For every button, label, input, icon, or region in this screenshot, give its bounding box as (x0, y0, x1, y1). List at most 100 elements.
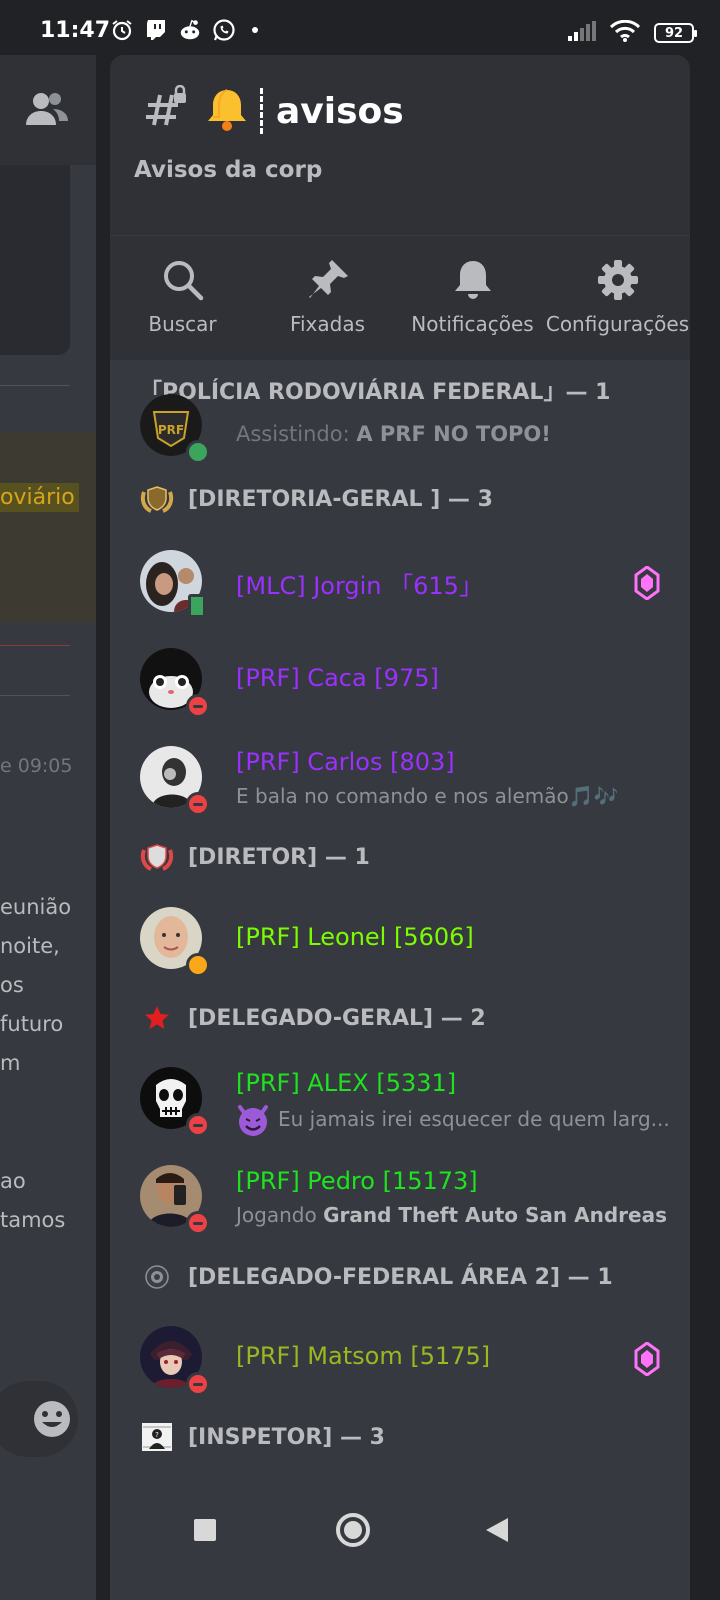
wifi-icon (609, 19, 641, 46)
role-category-label: 「POLÍCIA RODOVIÁRIA FEDERAL」— 1 (140, 380, 611, 405)
member-name: [PRF] Matsom [5175] (236, 1342, 491, 1370)
members-icon[interactable] (26, 91, 68, 129)
emoji-button[interactable] (0, 1381, 78, 1457)
channel-drawer: avisos Avisos da corp Buscar Fixadas Not… (110, 55, 690, 1600)
member-row[interactable]: [PRF] Carlos [803] E bala no comando e n… (140, 746, 660, 816)
channel-topic: Avisos da corp (134, 157, 323, 183)
notifications-label: Notificações (411, 312, 534, 336)
divider (0, 695, 70, 696)
server-booster-icon (634, 565, 660, 604)
member-activity: Assistindo: A PRF NO TOPO! (236, 422, 551, 446)
back-triangle-icon (486, 1518, 508, 1542)
status-dnd-indicator (186, 1372, 210, 1396)
message-text: futuro (0, 1012, 64, 1036)
message-text: os (0, 973, 24, 997)
role-category: ? [INSPETOR] — 3 (140, 1420, 385, 1454)
twitch-icon (144, 18, 168, 42)
notifications-button[interactable]: Notificações (400, 236, 545, 360)
role-icon (140, 840, 174, 874)
member-row[interactable]: [PRF] Leonel [5606] (140, 907, 660, 977)
chat-background-pane[interactable]: oviário e 09:05 eunião noite, os futuro … (0, 55, 96, 1600)
role-category: [DELEGADO-FEDERAL ÁREA 2] — 1 (140, 1260, 613, 1294)
member-name: [PRF] Leonel [5606] (236, 923, 474, 951)
divider (0, 385, 70, 386)
clock: 11:47 (40, 18, 111, 43)
search-icon (161, 258, 205, 302)
highlighted-text: oviário (0, 483, 79, 512)
role-category-label: [DELEGADO-FEDERAL ÁREA 2] — 1 (188, 1264, 613, 1290)
status-dnd-indicator (186, 1211, 210, 1235)
member-name: [PRF] Carlos [803] (236, 748, 455, 776)
chat-header (0, 55, 96, 165)
reddit-icon (178, 18, 202, 42)
member-row[interactable]: PRF Assistindo: A PRF NO TOPO! (140, 394, 660, 464)
member-list[interactable]: 「POLÍCIA RODOVIÁRIA FEDERAL」— 1 PRF Assi… (110, 360, 690, 1460)
pin-icon (306, 258, 350, 302)
role-category-label: [INSPETOR] — 3 (188, 1424, 385, 1450)
inspector-icon: ? (140, 1420, 174, 1454)
member-row[interactable]: [MLC] Jorgin 「615」 (140, 550, 660, 618)
status-dnd-indicator (186, 694, 210, 718)
role-category-label: [DIRETORIA-GERAL ] — 3 (188, 486, 493, 512)
battery-icon: 92 (654, 23, 697, 43)
member-row[interactable]: [PRF] Matsom [5175] (140, 1326, 660, 1396)
member-name: [PRF] Caca [975] (236, 664, 439, 692)
circle-icon (336, 1513, 370, 1547)
back-button[interactable] (472, 1505, 522, 1555)
role-category: [DELEGADO-GERAL] — 2 (140, 1001, 486, 1035)
square-icon (194, 1519, 216, 1541)
whatsapp-icon (212, 18, 236, 42)
message-timestamp: e 09:05 (0, 755, 73, 777)
message-text: eunião (0, 895, 72, 919)
svg-text:PRF: PRF (158, 423, 184, 437)
gear-icon (596, 258, 640, 302)
more-notifications-dot (252, 27, 258, 33)
signal-icon (568, 21, 596, 45)
channel-header: avisos Avisos da corp (110, 55, 690, 235)
channel-name: avisos (276, 90, 404, 132)
status-online-indicator (186, 440, 210, 464)
home-button[interactable] (328, 1505, 378, 1555)
role-category-label: [DIRETOR] — 1 (188, 844, 370, 870)
channel-title: avisos (142, 84, 404, 137)
role-category: [DIRETORIA-GERAL ] — 3 (140, 482, 493, 516)
member-row[interactable]: [PRF] Caca [975] (140, 648, 660, 718)
server-booster-icon (634, 1341, 660, 1380)
red-star-icon (140, 1001, 174, 1035)
search-button[interactable]: Buscar (110, 236, 255, 360)
role-category: 「POLÍCIA RODOVIÁRIA FEDERAL」— 1 (140, 374, 610, 406)
locked-text-channel-icon (142, 84, 190, 137)
bell-icon (451, 258, 495, 302)
role-icon (140, 482, 174, 516)
member-row[interactable]: [PRF] Pedro [15173] Jogando Grand Theft … (140, 1165, 667, 1235)
settings-button[interactable]: Configurações (545, 236, 690, 360)
role-category: [DIRETOR] — 1 (140, 840, 370, 874)
message-text: noite, (0, 934, 60, 958)
bell-emoji-icon (204, 86, 250, 136)
notification-icons (110, 18, 258, 42)
separator (260, 88, 266, 134)
member-custom-status: Eu jamais irei esquecer de quem larg... (278, 1107, 670, 1131)
embed-image[interactable] (0, 165, 70, 355)
message-text: m (0, 1051, 21, 1075)
svg-text:?: ? (155, 1431, 159, 1439)
new-messages-divider (0, 645, 70, 646)
member-name: [PRF] Pedro [15173] (236, 1167, 478, 1195)
settings-label: Configurações (545, 312, 690, 336)
member-name: [PRF] ALEX [5331] (236, 1069, 457, 1097)
member-row[interactable]: [PRF] ALEX [5331] Eu jamais irei esquece… (140, 1067, 670, 1137)
channel-toolbar: Buscar Fixadas Notificações Configuraçõe… (110, 236, 690, 360)
message-text: tamos (0, 1208, 66, 1232)
smiley-icon (34, 1401, 70, 1437)
status-bar: 11:47 92 (0, 0, 720, 60)
android-nav-bar (110, 1465, 690, 1600)
pins-label: Fixadas (289, 312, 366, 336)
role-category-label: [DELEGADO-GERAL] — 2 (188, 1005, 486, 1031)
recents-button[interactable] (180, 1505, 230, 1555)
pins-button[interactable]: Fixadas (255, 236, 400, 360)
status-dnd-indicator (186, 792, 210, 816)
system-icons: 92 (568, 19, 697, 46)
alarm-icon (110, 18, 134, 42)
status-dnd-indicator (186, 1113, 210, 1137)
message-text: ao (0, 1169, 26, 1193)
